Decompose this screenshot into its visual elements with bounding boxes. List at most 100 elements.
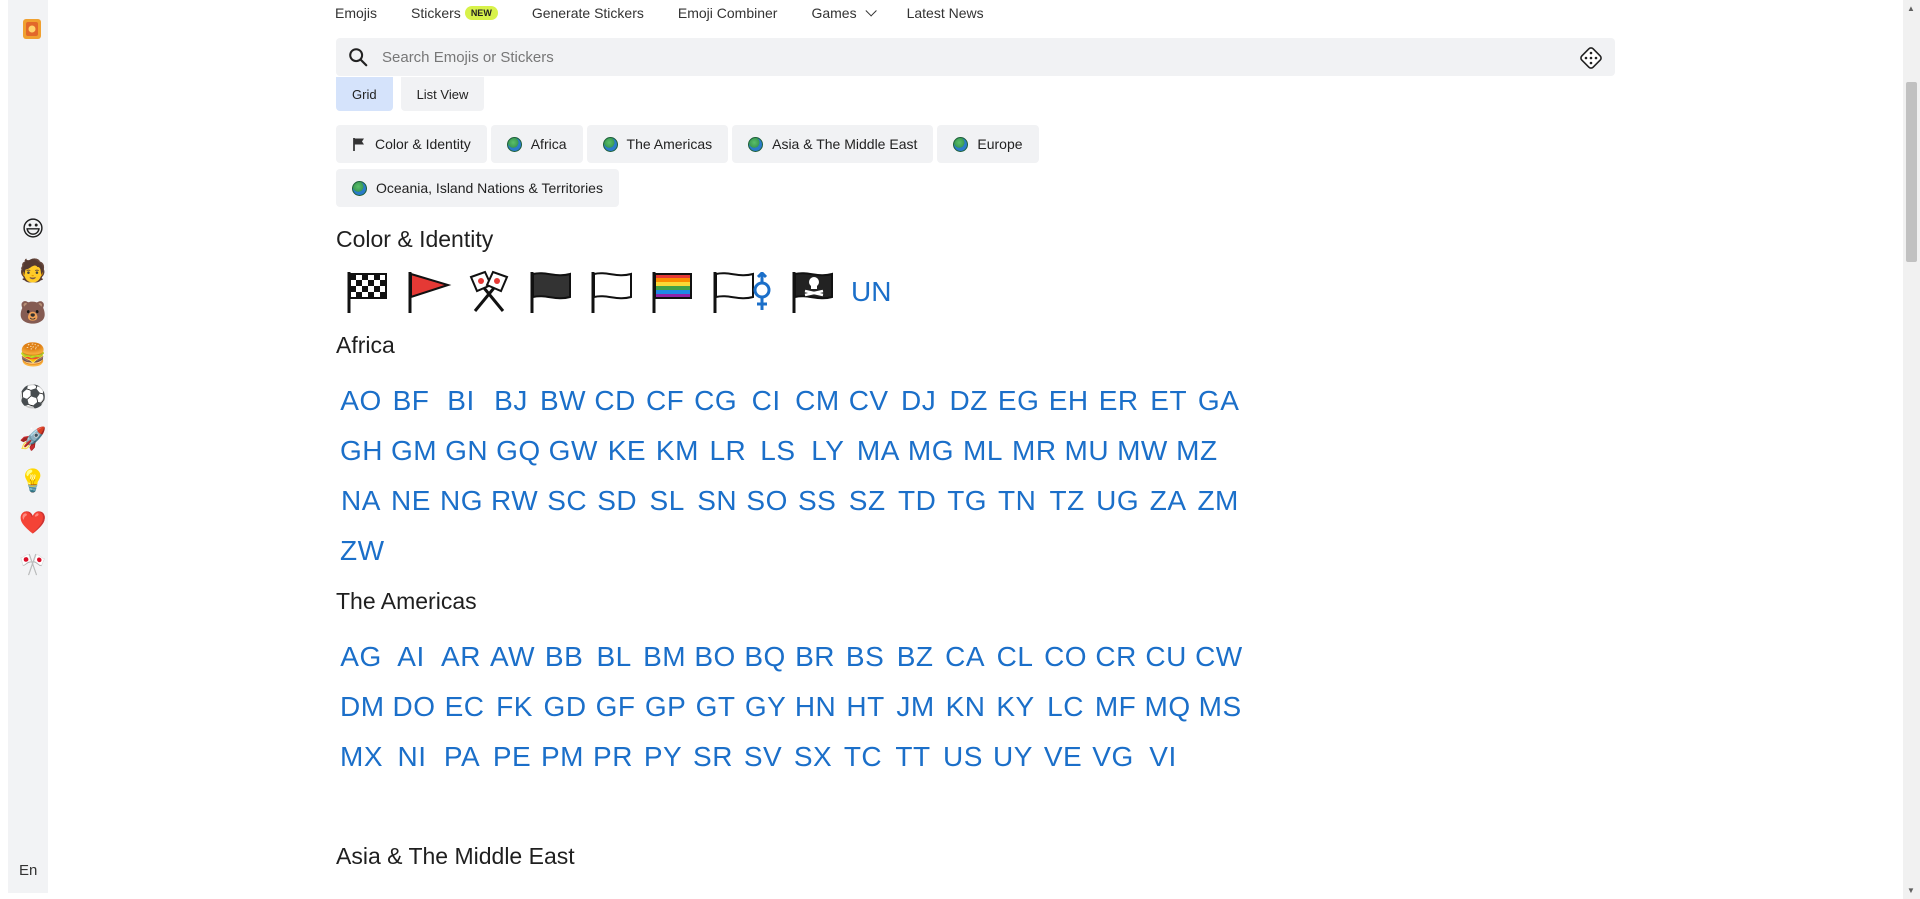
flag-code[interactable]: MW xyxy=(1117,426,1168,476)
flag-code[interactable]: SL xyxy=(646,476,688,526)
flag-code[interactable]: TG xyxy=(946,476,988,526)
flag-code[interactable]: MX xyxy=(340,732,383,782)
scroll-up-arrow-icon[interactable]: ▲ xyxy=(1907,4,1915,13)
flag-code[interactable]: LY xyxy=(807,426,849,476)
flag-code[interactable]: PM xyxy=(541,732,584,782)
scroll-down-arrow-icon[interactable]: ▼ xyxy=(1907,886,1915,895)
flag-code[interactable]: ZM xyxy=(1197,476,1239,526)
flag-code[interactable]: FK xyxy=(494,682,536,732)
flag-code[interactable]: SZ xyxy=(846,476,888,526)
flag-code[interactable]: DJ xyxy=(898,376,940,426)
flag-code[interactable]: CG xyxy=(694,376,737,426)
flag-code[interactable]: CW xyxy=(1195,632,1243,682)
flag-code[interactable]: MR xyxy=(1012,426,1057,476)
flag-code[interactable]: AI xyxy=(390,632,432,682)
flag-code[interactable]: HT xyxy=(845,682,887,732)
filter-chip[interactable]: Africa xyxy=(490,125,583,163)
flag-code[interactable]: EH xyxy=(1048,376,1090,426)
flag-code[interactable]: LC xyxy=(1045,682,1087,732)
flag-code[interactable]: PE xyxy=(491,732,533,782)
filter-chip[interactable]: Oceania, Island Nations & Territories xyxy=(336,169,619,207)
flag-code[interactable]: SS xyxy=(796,476,838,526)
flag-code[interactable]: CV xyxy=(848,376,890,426)
flag-code[interactable]: LS xyxy=(757,426,799,476)
flag-code[interactable]: BL xyxy=(593,632,635,682)
flag-code[interactable]: KN xyxy=(945,682,987,732)
flag-code[interactable]: GP xyxy=(645,682,687,732)
nav-emoji-combiner[interactable]: Emoji Combiner xyxy=(678,5,778,21)
flag-code[interactable]: NE xyxy=(390,476,432,526)
flag-code[interactable]: BQ xyxy=(744,632,786,682)
flag-code[interactable]: BZ xyxy=(894,632,936,682)
flag-code[interactable]: GQ xyxy=(496,426,541,476)
flag-code[interactable]: SC xyxy=(546,476,588,526)
flag-code[interactable]: LR xyxy=(707,426,749,476)
flag-code[interactable]: DZ xyxy=(948,376,990,426)
flag-code[interactable]: GM xyxy=(391,426,437,476)
language-selector[interactable]: En xyxy=(19,862,37,879)
bear-icon[interactable]: 🐻 xyxy=(19,300,46,326)
nav-games[interactable]: Games xyxy=(811,5,877,21)
flag-code[interactable]: DM xyxy=(340,682,385,732)
flag-code[interactable]: TZ xyxy=(1046,476,1088,526)
flag-code[interactable]: NA xyxy=(340,476,382,526)
flag-code[interactable]: UY xyxy=(992,732,1034,782)
flag-code[interactable]: ER xyxy=(1098,376,1140,426)
scroll-thumb[interactable] xyxy=(1906,82,1917,262)
flag-code[interactable]: CL xyxy=(994,632,1036,682)
flag-code[interactable]: MQ xyxy=(1145,682,1191,732)
flag-code[interactable]: AG xyxy=(340,632,382,682)
flag-code[interactable]: BR xyxy=(794,632,836,682)
flag-code[interactable]: BJ xyxy=(490,376,532,426)
list-view-button[interactable]: List View xyxy=(400,77,485,111)
flag-code[interactable]: BO xyxy=(694,632,736,682)
flag-code[interactable]: KM xyxy=(656,426,699,476)
app-logo-icon[interactable] xyxy=(21,18,43,40)
flag-code[interactable]: BF xyxy=(390,376,432,426)
flag-code[interactable]: JM xyxy=(895,682,937,732)
triangular-flag-icon[interactable] xyxy=(402,268,454,316)
flag-code[interactable]: CR xyxy=(1095,632,1137,682)
nav-latest-news[interactable]: Latest News xyxy=(907,5,984,21)
pirate-flag-icon[interactable] xyxy=(786,268,838,316)
crossed-flags-icon[interactable]: 🎌 xyxy=(19,552,46,578)
flag-code[interactable]: CD xyxy=(594,376,636,426)
nav-generate-stickers[interactable]: Generate Stickers xyxy=(532,5,644,21)
flag-code[interactable]: CF xyxy=(644,376,686,426)
flag-code[interactable]: MZ xyxy=(1176,426,1218,476)
flag-code[interactable]: GD xyxy=(544,682,587,732)
page-scrollbar[interactable]: ▲ ▼ xyxy=(1903,0,1920,899)
flag-code[interactable]: ML xyxy=(962,426,1004,476)
filter-chip[interactable]: Color & Identity xyxy=(336,125,487,163)
flag-code[interactable]: EG xyxy=(998,376,1040,426)
flag-code[interactable]: AR xyxy=(440,632,482,682)
flag-code[interactable]: NG xyxy=(440,476,483,526)
flag-code[interactable]: GW xyxy=(549,426,598,476)
flag-code[interactable]: TD xyxy=(896,476,938,526)
flag-code[interactable]: SV xyxy=(742,732,784,782)
flag-code[interactable]: BM xyxy=(643,632,686,682)
flag-code[interactable]: SO xyxy=(746,476,788,526)
chequered-flag-icon[interactable] xyxy=(341,268,393,316)
flag-code[interactable]: BS xyxy=(844,632,886,682)
flag-code[interactable]: AO xyxy=(340,376,382,426)
soccer-ball-icon[interactable]: ⚽ xyxy=(19,384,46,410)
flag-code[interactable]: CI xyxy=(745,376,787,426)
flag-code[interactable]: CU xyxy=(1145,632,1187,682)
flag-code[interactable]: GY xyxy=(745,682,787,732)
heart-icon[interactable]: ❤️ xyxy=(19,510,46,536)
flag-code[interactable]: SX xyxy=(792,732,834,782)
flag-code[interactable]: MF xyxy=(1095,682,1137,732)
crossed-flags-icon[interactable] xyxy=(463,268,515,316)
random-dice-icon[interactable] xyxy=(1579,46,1603,70)
flag-code[interactable]: GT xyxy=(695,682,737,732)
flag-code[interactable]: UG xyxy=(1096,476,1139,526)
flag-code[interactable]: DO xyxy=(393,682,436,732)
transgender-flag-icon[interactable] xyxy=(707,268,777,316)
nav-emojis[interactable]: Emojis xyxy=(335,5,377,21)
flag-code[interactable]: MG xyxy=(908,426,954,476)
flag-code[interactable]: KY xyxy=(995,682,1037,732)
flag-code[interactable]: ZW xyxy=(340,526,385,576)
flag-code[interactable]: GH xyxy=(340,426,383,476)
burger-icon[interactable]: 🍔 xyxy=(19,342,46,368)
